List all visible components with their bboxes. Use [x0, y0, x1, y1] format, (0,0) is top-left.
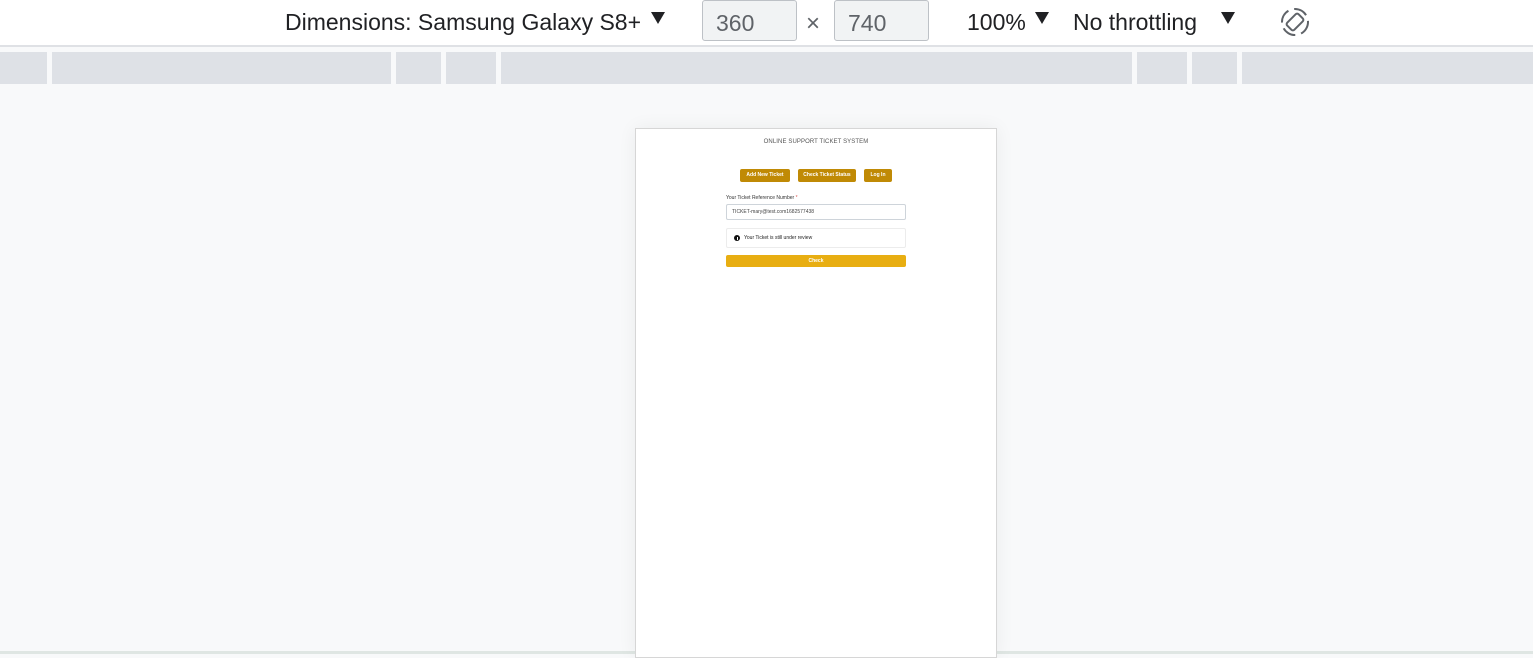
ruler-segment[interactable] [446, 52, 496, 84]
log-in-button[interactable]: Log In [864, 169, 892, 182]
check-button[interactable]: Check [726, 255, 906, 267]
ruler-segment[interactable] [1242, 52, 1533, 84]
ruler-segment[interactable] [52, 52, 391, 84]
devtools-toolbar: Dimensions: Samsung Galaxy S8+ × 100% No… [0, 0, 1533, 47]
width-input[interactable] [702, 0, 797, 41]
height-input[interactable] [834, 0, 929, 41]
dimensions-dropdown[interactable]: Dimensions: Samsung Galaxy S8+ [285, 8, 641, 36]
status-alert: Your Ticket is still under review [726, 228, 906, 248]
ruler-segment[interactable] [0, 52, 47, 84]
throttling-dropdown[interactable]: No throttling [1073, 8, 1197, 36]
zoom-dropdown[interactable]: 100% [967, 8, 1026, 36]
required-marker: * [795, 195, 798, 201]
check-ticket-status-button[interactable]: Check Ticket Status [798, 169, 856, 182]
reference-number-label: Your Ticket Reference Number * [726, 195, 798, 201]
dimensions-caret-icon[interactable] [651, 12, 665, 24]
reference-number-input[interactable]: TICKET-mary@test.com1682577438 [726, 204, 906, 220]
ruler-segment[interactable] [396, 52, 441, 84]
app-title: ONLINE SUPPORT TICKET SYSTEM [763, 139, 869, 145]
ruler-segment[interactable] [1192, 52, 1237, 84]
info-icon [734, 235, 740, 241]
device-screen: ONLINE SUPPORT TICKET SYSTEM Add New Tic… [635, 128, 997, 658]
status-message: Your Ticket is still under review [744, 235, 813, 241]
media-query-ruler [0, 52, 1533, 84]
reference-number-label-text: Your Ticket Reference Number [726, 195, 795, 201]
ruler-segment[interactable] [501, 52, 1132, 84]
rotate-device-icon[interactable] [1278, 5, 1312, 39]
add-new-ticket-button[interactable]: Add New Ticket [740, 169, 790, 182]
ruler-segment[interactable] [1137, 52, 1187, 84]
throttling-caret-icon[interactable] [1221, 12, 1235, 24]
zoom-caret-icon[interactable] [1035, 12, 1049, 24]
times-symbol: × [806, 10, 821, 37]
